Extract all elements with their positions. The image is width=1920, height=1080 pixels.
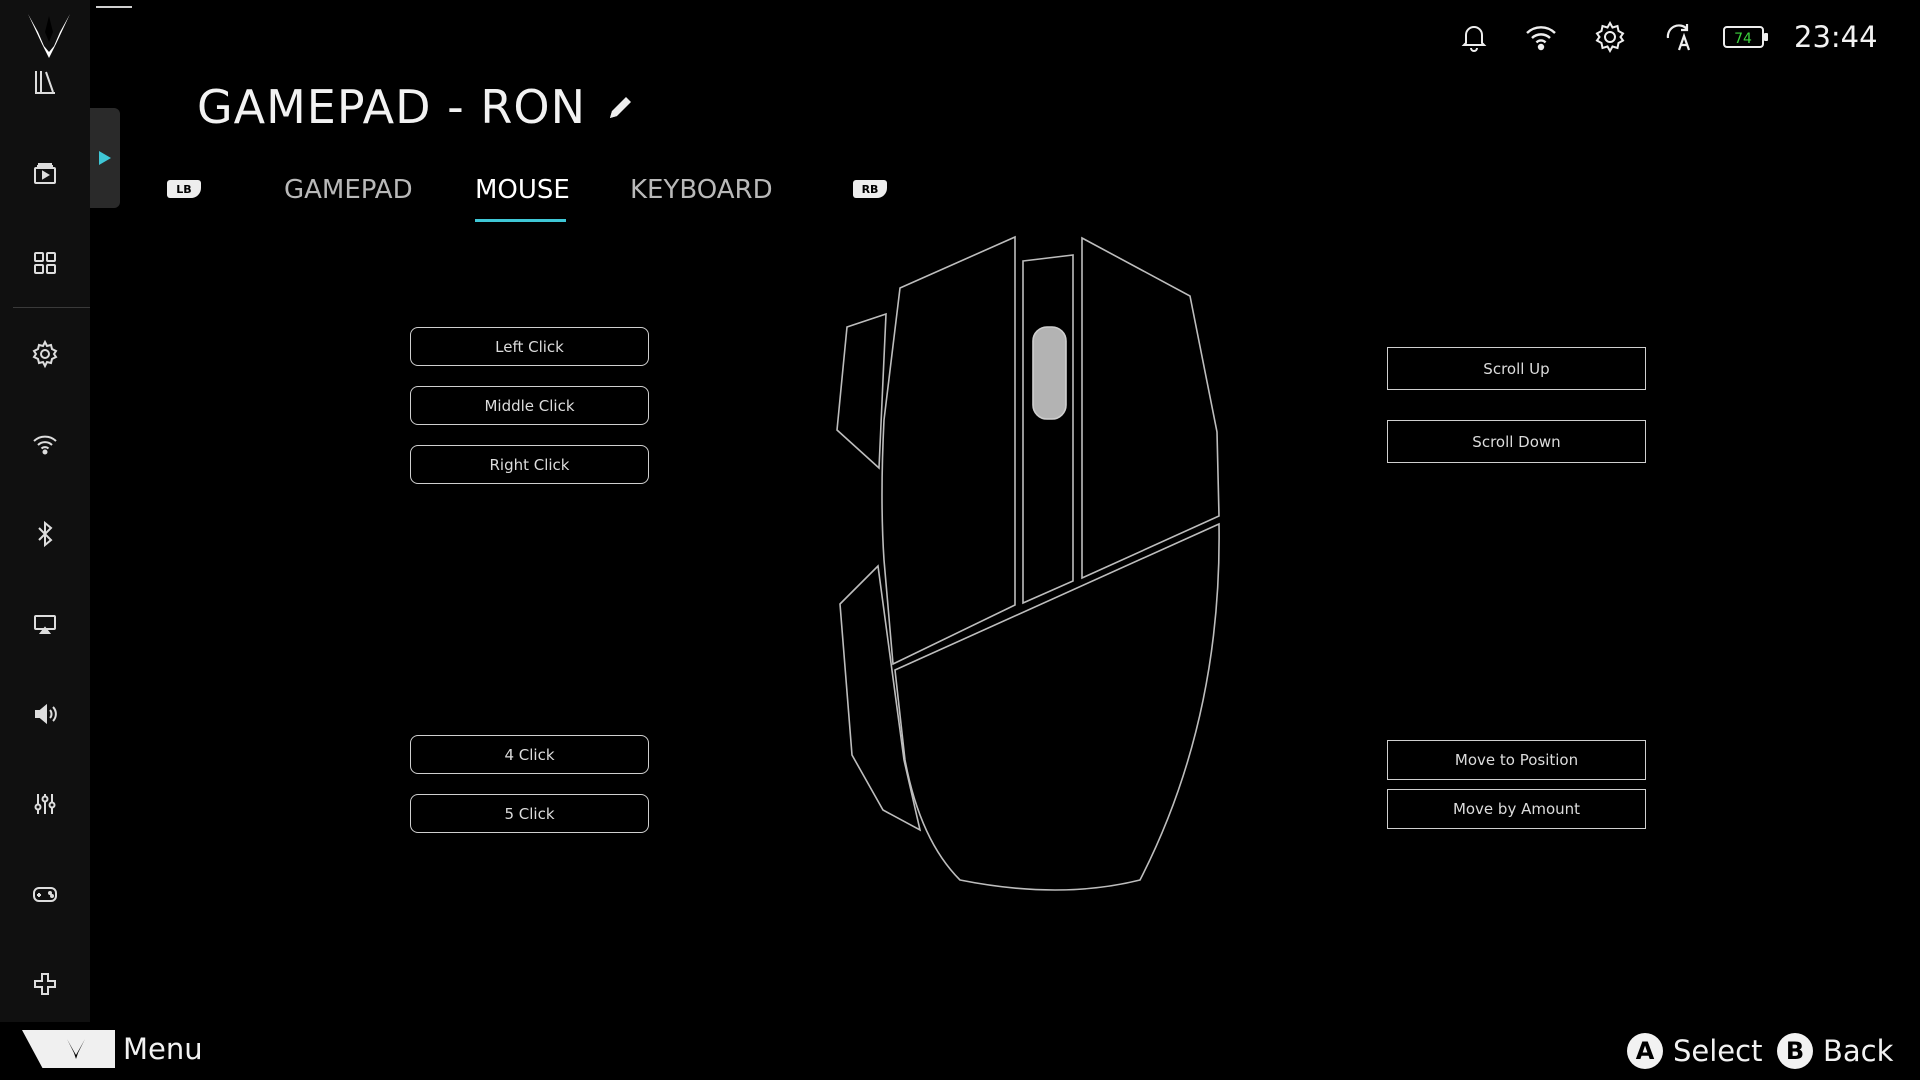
sync-update-icon[interactable]: [1662, 20, 1696, 54]
active-tab-indicator: [475, 219, 566, 222]
tab-mouse[interactable]: MOUSE: [475, 175, 570, 205]
edit-pencil-icon[interactable]: [604, 90, 638, 124]
menu-hint[interactable]: Menu: [22, 1030, 203, 1068]
controller-icon[interactable]: [0, 862, 90, 926]
4-click-binding[interactable]: 4 Click: [410, 735, 649, 774]
notification-bell-icon[interactable]: [1457, 20, 1491, 54]
settings-status-icon[interactable]: [1593, 20, 1627, 54]
lb-bumper-icon[interactable]: LB: [167, 180, 201, 198]
mouse-side-upper-button: [836, 312, 887, 470]
b-button-icon: B: [1777, 1033, 1813, 1069]
sliders-icon[interactable]: [0, 772, 90, 836]
wifi-status-icon[interactable]: [1524, 20, 1558, 54]
mouse-left-button: [881, 235, 1016, 666]
left-click-binding[interactable]: Left Click: [410, 327, 649, 366]
move-to-position-binding[interactable]: Move to Position: [1387, 740, 1646, 780]
right-click-binding[interactable]: Right Click: [410, 445, 649, 484]
menu-label: Menu: [123, 1032, 203, 1066]
rb-bumper-icon[interactable]: RB: [853, 180, 887, 198]
sidebar: [0, 0, 90, 1022]
back-hint[interactable]: B Back: [1777, 1033, 1893, 1069]
scroll-down-binding[interactable]: Scroll Down: [1387, 420, 1646, 463]
mouse-right-button: [1081, 236, 1220, 580]
expand-arrow-icon: [99, 151, 111, 165]
menu-logo-icon: [66, 1039, 85, 1059]
mouse-scroll-wheel: [1032, 326, 1067, 420]
5-click-binding[interactable]: 5 Click: [410, 794, 649, 833]
clock: 23:44: [1794, 20, 1878, 54]
move-by-amount-binding[interactable]: Move by Amount: [1387, 789, 1646, 829]
dpad-icon[interactable]: [0, 952, 90, 1016]
mouse-diagram: [836, 235, 1220, 891]
apps-grid-icon[interactable]: [0, 231, 90, 295]
middle-click-binding[interactable]: Middle Click: [410, 386, 649, 425]
settings-icon[interactable]: [0, 322, 90, 386]
select-label: Select: [1673, 1034, 1763, 1068]
page-title: GAMEPAD - RON: [197, 80, 638, 134]
volume-icon[interactable]: [0, 682, 90, 746]
top-indicator-line: [96, 6, 132, 8]
back-label: Back: [1823, 1034, 1894, 1068]
menu-badge: [22, 1030, 115, 1068]
tab-gamepad[interactable]: GAMEPAD: [284, 175, 413, 205]
battery-icon: 74: [1723, 26, 1768, 48]
sidebar-expand-toggle[interactable]: [90, 108, 120, 208]
brand-logo-icon: [28, 14, 70, 58]
bluetooth-icon[interactable]: [0, 502, 90, 566]
display-cast-icon[interactable]: [0, 592, 90, 656]
page-title-text: GAMEPAD - RON: [197, 80, 586, 134]
a-button-icon: A: [1627, 1033, 1663, 1069]
media-icon[interactable]: [0, 141, 90, 205]
tab-keyboard[interactable]: KEYBOARD: [630, 175, 773, 205]
battery-level: 74: [1734, 31, 1752, 47]
sidebar-divider: [13, 307, 90, 308]
scroll-up-binding[interactable]: Scroll Up: [1387, 347, 1646, 390]
wifi-icon[interactable]: [0, 412, 90, 476]
mouse-palm: [894, 522, 1220, 891]
select-hint[interactable]: A Select: [1627, 1033, 1762, 1069]
mouse-side-lower-button: [839, 564, 922, 832]
mouse-middle-strip: [1022, 254, 1074, 605]
